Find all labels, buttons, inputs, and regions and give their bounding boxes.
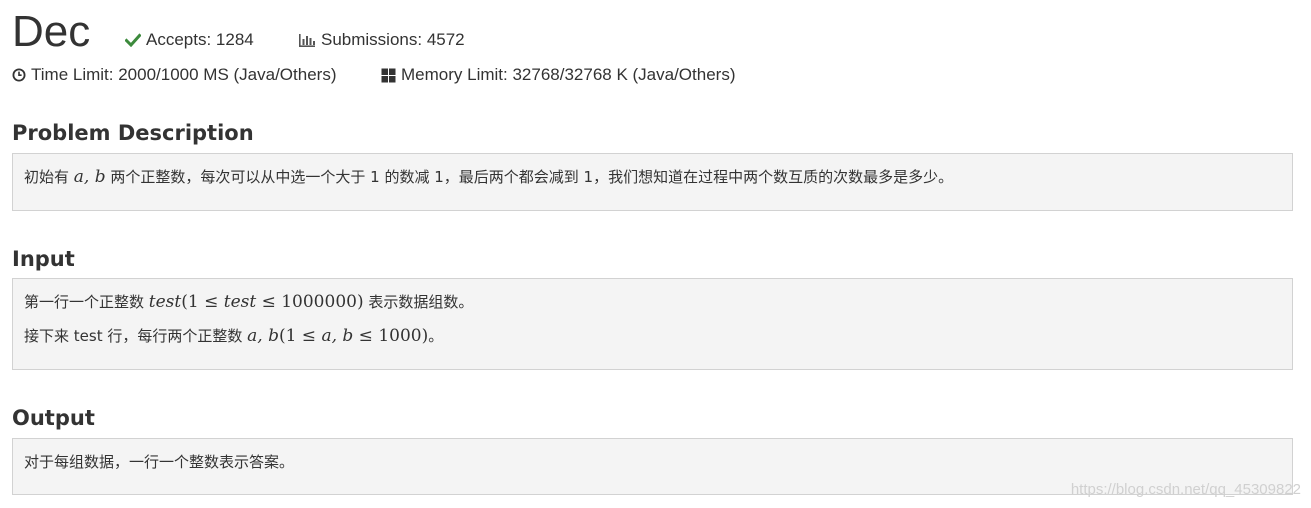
input-line2-a: 接下来 test 行，每行两个正整数 <box>24 327 248 345</box>
description-text-a: 初始有 <box>24 168 74 186</box>
input-line1-rest: (1 ≤ <box>181 292 224 312</box>
input-line1-var2: test <box>223 292 257 312</box>
memory-limit-label: Memory Limit: 32768/32768 K (Java/Others… <box>401 65 736 84</box>
accepts-stat: Accepts: 1284 <box>125 30 254 50</box>
input-line2-math-end: (1 ≤ <box>278 326 322 346</box>
input-line1-end: ≤ 1000000) <box>256 292 364 312</box>
bar-chart-icon <box>299 33 315 47</box>
input-line2-b: 。 <box>428 327 444 345</box>
input-heading: Input <box>12 247 75 271</box>
description-text: 初始有 a, b 两个正整数，每次可以从中选一个大于 1 的数减 1，最后两个都… <box>24 166 1281 188</box>
memory-limit: Memory Limit: 32768/32768 K (Java/Others… <box>381 65 735 85</box>
time-limit: Time Limit: 2000/1000 MS (Java/Others) <box>12 65 337 85</box>
description-math: a, b <box>73 167 106 187</box>
clock-icon <box>12 68 26 82</box>
check-icon <box>125 33 141 47</box>
description-heading: Problem Description <box>12 121 254 145</box>
problem-title: Dec <box>12 7 91 56</box>
input-line2-tail: ≤ 1000) <box>353 326 429 346</box>
output-heading: Output <box>12 406 95 430</box>
time-limit-label: Time Limit: 2000/1000 MS (Java/Others) <box>31 65 337 84</box>
input-line1-a: 第一行一个正整数 <box>24 293 149 311</box>
submissions-label: Submissions: 4572 <box>321 30 465 49</box>
watermark: https://blog.csdn.net/qq_45309822 <box>1070 481 1301 498</box>
description-text-b: 两个正整数，每次可以从中选一个大于 1 的数减 1，最后两个都会减到 1，我们想… <box>105 168 954 186</box>
input-line1-b: 表示数据组数。 <box>363 293 474 311</box>
accepts-label: Accepts: 1284 <box>146 30 254 49</box>
input-line1-var: test <box>148 292 182 312</box>
submissions-stat: Submissions: 4572 <box>298 30 465 50</box>
input-line2-vars: a, b <box>321 326 354 346</box>
input-line2-math: a, b <box>247 326 279 346</box>
input-line-1: 第一行一个正整数 test(1 ≤ test ≤ 1000000) 表示数据组数… <box>24 291 1281 313</box>
memory-grid-icon <box>381 68 396 82</box>
input-box: 第一行一个正整数 test(1 ≤ test ≤ 1000000) 表示数据组数… <box>12 278 1293 370</box>
description-box: 初始有 a, b 两个正整数，每次可以从中选一个大于 1 的数减 1，最后两个都… <box>12 153 1293 211</box>
output-text: 对于每组数据，一行一个整数表示答案。 <box>24 453 295 471</box>
input-line-2: 接下来 test 行，每行两个正整数 a, b(1 ≤ a, b ≤ 1000)… <box>24 325 1281 347</box>
